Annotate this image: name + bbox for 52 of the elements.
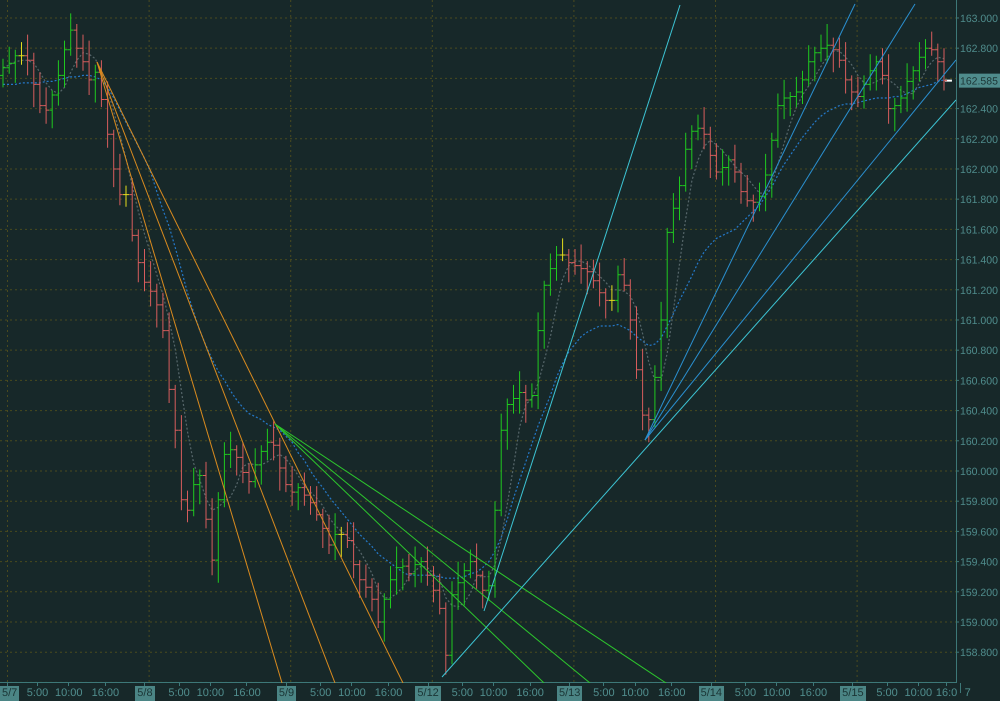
time-label: 10:00 [904, 686, 932, 701]
price-label: 160.600 [960, 375, 998, 388]
price-label: 158.800 [960, 647, 998, 660]
time-label: 5:00 [310, 686, 332, 701]
price-label: 159.200 [960, 586, 998, 599]
time-label: 5:00 [26, 686, 48, 701]
time-label: 5:00 [876, 686, 898, 701]
time-label: 16:00 [374, 686, 402, 701]
price-label: 162.400 [960, 104, 998, 116]
time-label: 10:00 [762, 686, 790, 701]
time-label: 5:00 [168, 686, 190, 701]
price-label: 159.800 [960, 496, 998, 508]
price-label: 160.800 [960, 345, 998, 358]
date-label: 5/9 [276, 686, 296, 701]
price-label: 162.000 [960, 164, 998, 176]
price-label: 160.000 [960, 466, 998, 478]
last-price-marker [944, 80, 952, 82]
time-label: 5:00 [593, 686, 615, 701]
price-label: 159.600 [960, 526, 998, 538]
time-label: 16:00 [658, 686, 686, 701]
date-label: 5/7 [0, 686, 20, 701]
time-label: 7 [964, 686, 971, 701]
price-label: 161.400 [960, 254, 998, 267]
time-label: 10:00 [54, 686, 83, 701]
price-label: 161.200 [960, 284, 998, 297]
time-label: 10:00 [338, 686, 366, 701]
time-label: 16:00 [800, 686, 828, 701]
price-label: 160.200 [960, 436, 998, 448]
time-label: 10:00 [621, 686, 649, 701]
price-label: 162.800 [960, 43, 998, 56]
time-label: 10:00 [480, 686, 508, 701]
time-label: 16:0 [936, 686, 958, 701]
price-label: 159.000 [960, 617, 998, 629]
last-price-tag: 162.585 [959, 74, 1000, 88]
date-label: 5/15 [840, 686, 866, 701]
time-label: 16:00 [233, 686, 261, 701]
date-label: 5/13 [556, 686, 582, 701]
date-label: 5/12 [415, 686, 441, 701]
price-label: 160.400 [960, 406, 998, 418]
time-label: 10:00 [196, 686, 224, 701]
price-label: 163.000 [960, 12, 998, 25]
time-label: 16:00 [516, 686, 544, 701]
price-label: 162.200 [960, 134, 998, 146]
time-label: 5:00 [452, 686, 473, 701]
price-label: 161.600 [960, 224, 998, 236]
price-label: 159.400 [960, 556, 998, 569]
price-label: 161.000 [960, 314, 998, 327]
time-label: 5:00 [734, 686, 756, 701]
time-label: 16:00 [92, 686, 120, 701]
price-label: 161.800 [960, 194, 998, 206]
date-label: 5/8 [135, 686, 155, 701]
date-label: 5/14 [698, 686, 724, 701]
